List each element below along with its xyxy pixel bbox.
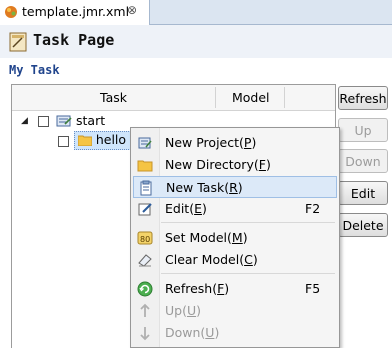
editor-tab[interactable]: template.jmr.xml ⊗ bbox=[0, 0, 150, 25]
page-header: Task Page bbox=[0, 25, 392, 58]
up-arrow-icon bbox=[140, 303, 150, 317]
expand-toggle-icon[interactable]: ◢ bbox=[21, 116, 28, 126]
menu-separator bbox=[161, 273, 335, 274]
menu-item-clear-model[interactable]: Clear Model(C) bbox=[133, 249, 337, 271]
refresh-icon bbox=[137, 281, 153, 297]
task-checkbox[interactable] bbox=[58, 136, 69, 147]
column-header-model[interactable]: Model bbox=[232, 90, 270, 105]
menu-item-new-task[interactable]: New Task(R) bbox=[133, 176, 337, 198]
down-button[interactable]: Down bbox=[338, 149, 388, 173]
editor-tab-bar: template.jmr.xml ⊗ bbox=[0, 0, 392, 25]
down-arrow-icon bbox=[140, 327, 150, 341]
menu-item-refresh[interactable]: Refresh(F) F5 bbox=[133, 278, 337, 300]
menu-item-new-directory[interactable]: New Directory(F) bbox=[133, 154, 337, 176]
task-icon bbox=[56, 115, 72, 127]
shortcut-label: F5 bbox=[305, 281, 321, 296]
svg-text:80: 80 bbox=[140, 235, 150, 244]
page-title: Task Page bbox=[33, 31, 115, 49]
section-title: My Task bbox=[9, 63, 60, 77]
new-project-icon bbox=[138, 137, 152, 149]
menu-item-set-model[interactable]: 80 Set Model(M) bbox=[133, 227, 337, 249]
edit-icon bbox=[138, 203, 152, 216]
menu-item-up[interactable]: Up(U) bbox=[133, 300, 337, 322]
menu-item-new-project[interactable]: New Project(P) bbox=[133, 132, 337, 154]
up-button[interactable]: Up bbox=[338, 118, 388, 142]
shortcut-label: F2 bbox=[305, 201, 321, 216]
tree-row-label: hello bbox=[95, 132, 127, 147]
task-page-icon bbox=[9, 32, 27, 52]
menu-separator bbox=[161, 222, 335, 223]
table-header: Task Model bbox=[12, 85, 335, 111]
column-divider[interactable] bbox=[284, 87, 285, 108]
edit-button[interactable]: Edit bbox=[338, 181, 388, 205]
menu-item-edit[interactable]: Edit(E) F2 bbox=[133, 198, 337, 220]
editor-tab-title: template.jmr.xml bbox=[22, 4, 130, 19]
refresh-button[interactable]: Refresh bbox=[338, 86, 388, 110]
context-menu: New Project(P) New Directory(F) New Task… bbox=[130, 127, 340, 348]
column-divider[interactable] bbox=[215, 87, 216, 108]
column-header-task[interactable]: Task bbox=[100, 90, 127, 105]
set-model-icon: 80 bbox=[137, 231, 153, 245]
delete-button[interactable]: Delete bbox=[338, 213, 388, 237]
new-directory-icon bbox=[137, 160, 153, 172]
folder-icon bbox=[77, 135, 93, 147]
menu-item-down[interactable]: Down(U) bbox=[133, 322, 337, 344]
close-icon[interactable]: ⊗ bbox=[127, 3, 137, 17]
task-checkbox[interactable] bbox=[38, 116, 49, 127]
new-task-icon bbox=[140, 180, 152, 196]
xml-file-icon bbox=[5, 6, 17, 18]
selected-item[interactable]: hello bbox=[74, 131, 132, 150]
eraser-icon bbox=[138, 254, 152, 267]
tree-row-label: start bbox=[76, 113, 106, 128]
